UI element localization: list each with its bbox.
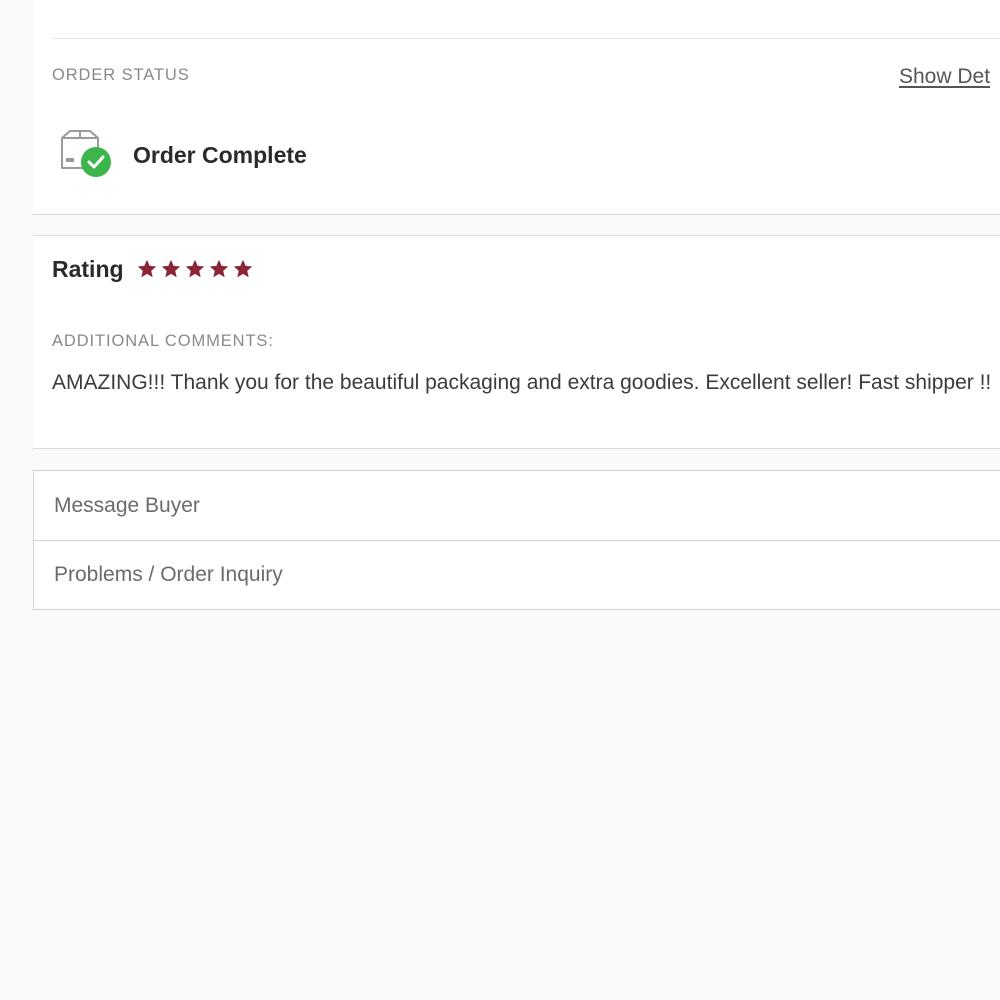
- order-actions-list: Message Buyer Problems / Order Inquiry: [33, 470, 1000, 610]
- divider: [52, 38, 1000, 39]
- comment-text: AMAZING!!! Thank you for the beautiful p…: [52, 371, 992, 394]
- order-inquiry-button[interactable]: Problems / Order Inquiry: [34, 540, 1000, 609]
- star-icon: [161, 259, 181, 278]
- star-icon: [185, 259, 205, 278]
- star-icon: [233, 259, 253, 278]
- order-status-text: Order Complete: [133, 142, 307, 168]
- show-details-link[interactable]: Show Det: [899, 65, 990, 89]
- order-status-card: ORDER STATUS Show Det Order Complete: [33, 0, 1000, 215]
- star-icon: [137, 259, 157, 278]
- rating-stars: [136, 257, 254, 281]
- additional-comments-label: ADDITIONAL COMMENTS:: [52, 332, 274, 350]
- box-check-icon: [61, 130, 111, 177]
- order-detail-page: ORDER STATUS Show Det Order Complete Rat…: [0, 0, 1000, 1000]
- rating-card: Rating ADDITIONAL COMMENTS: AMAZING!!! T…: [33, 235, 1000, 449]
- star-icon: [209, 259, 229, 278]
- message-buyer-button[interactable]: Message Buyer: [34, 471, 1000, 540]
- order-status-label: ORDER STATUS: [52, 66, 190, 84]
- rating-title: Rating: [52, 256, 124, 282]
